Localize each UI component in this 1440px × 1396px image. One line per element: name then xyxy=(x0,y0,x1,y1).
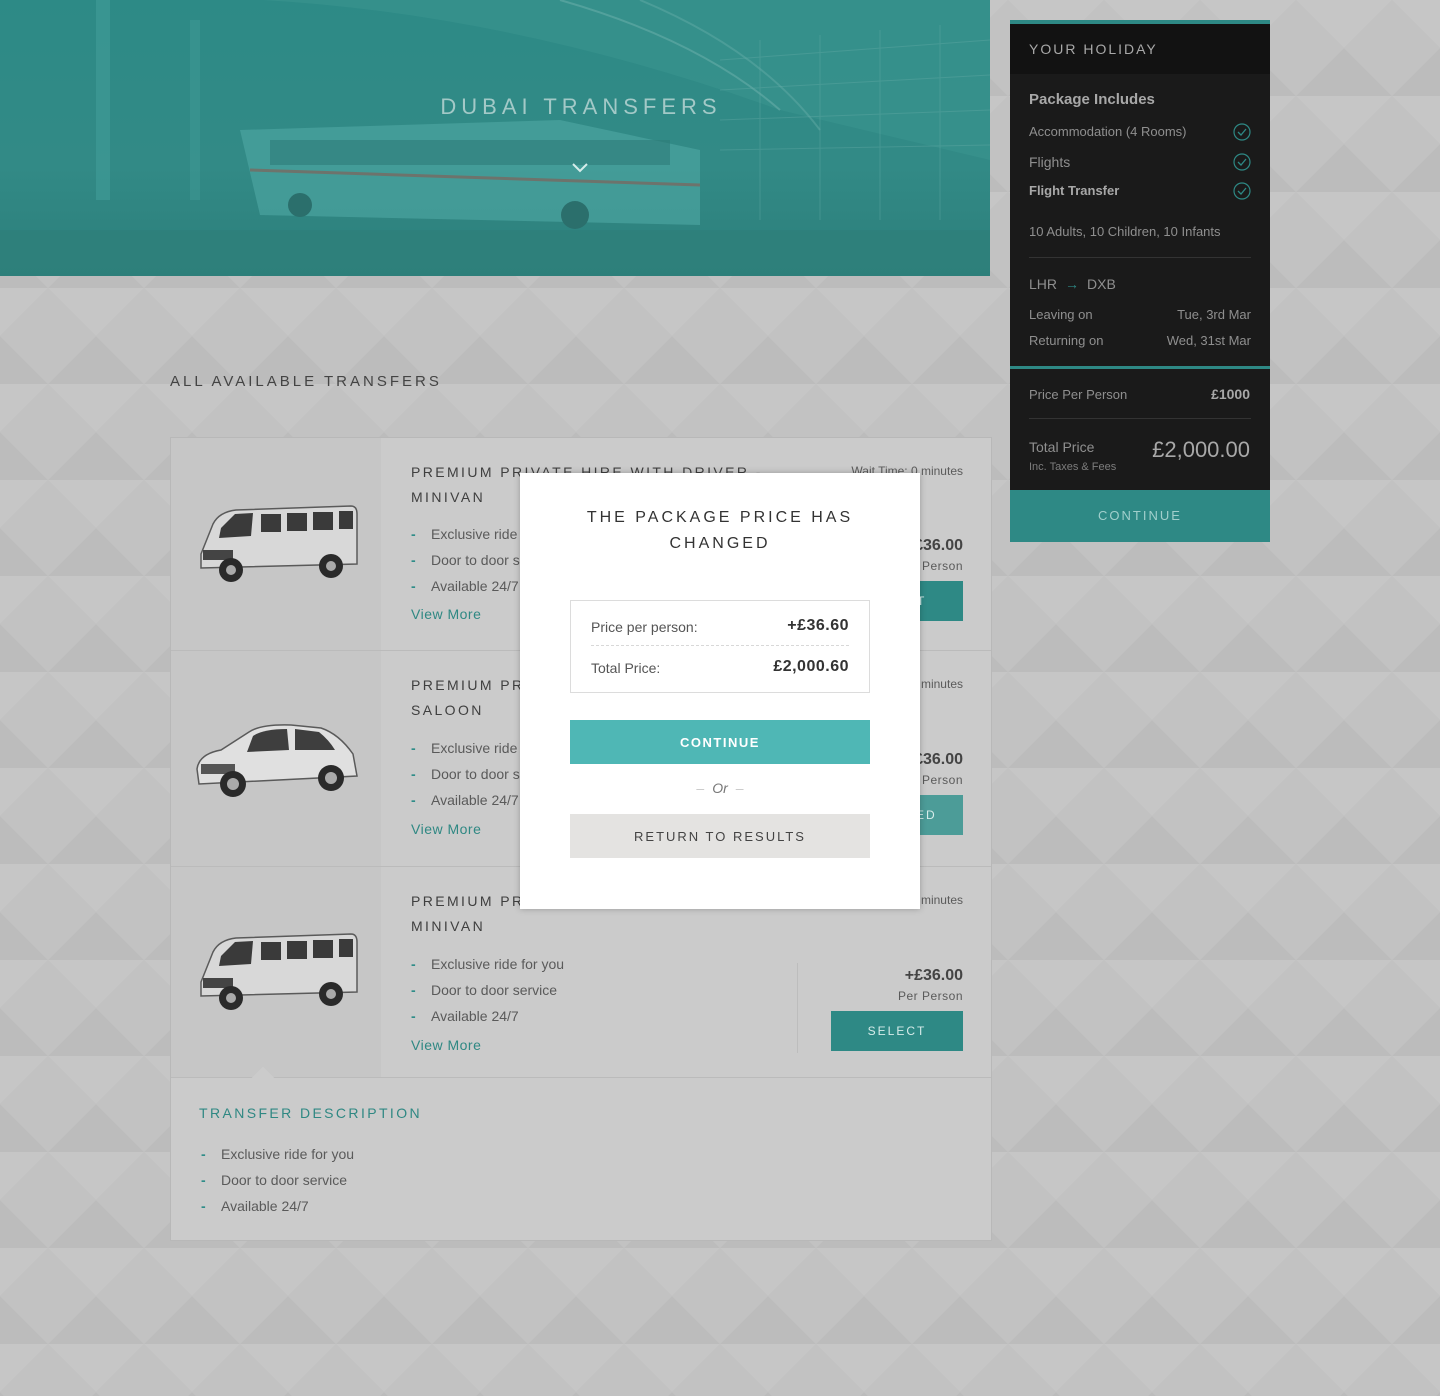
view-more-link[interactable]: View More xyxy=(411,1037,481,1053)
destination-code: DXB xyxy=(1087,276,1116,292)
total-price-value: £2,000.60 xyxy=(773,658,849,675)
or-label: Or xyxy=(712,780,728,796)
check-circle-icon xyxy=(1233,123,1251,141)
transfer-description: TRANSFER DESCRIPTION Exclusive ride for … xyxy=(171,1066,991,1240)
feature-list: Exclusive ride for you Door to door serv… xyxy=(411,951,564,1029)
package-details: Package Includes Accommodation (4 Rooms)… xyxy=(1010,74,1270,366)
check-circle-icon xyxy=(1233,182,1251,200)
minivan-icon xyxy=(171,438,381,650)
total-price-label: Total Price xyxy=(1029,439,1095,455)
modal-title-line: CHANGED xyxy=(669,535,771,552)
chevron-down-icon[interactable] xyxy=(571,162,589,174)
package-title: Package Includes xyxy=(1029,91,1155,108)
hero-banner: DUBAI TRANSFERS xyxy=(0,0,990,276)
price-changed-modal: THE PACKAGE PRICE HAS CHANGED Price per … xyxy=(520,473,920,909)
route: LHR → DXB xyxy=(1029,276,1116,292)
returning-label: Returning on xyxy=(1029,333,1104,348)
divider xyxy=(797,963,798,1053)
list-item: Door to door service xyxy=(201,1167,354,1193)
include-item: Accommodation (4 Rooms) xyxy=(1029,123,1251,141)
returning-row: Returning on Wed, 31st Mar xyxy=(1029,333,1251,348)
returning-date: Wed, 31st Mar xyxy=(1166,333,1251,348)
include-item: Flight Transfer xyxy=(1029,182,1251,200)
list-item: Door to door service xyxy=(411,977,564,1003)
total-price-label: Total Price: xyxy=(591,660,661,676)
list-item: Available 24/7 xyxy=(201,1193,354,1219)
or-separator: – Or – xyxy=(696,780,744,796)
include-item: Flights xyxy=(1029,153,1251,171)
include-label: Flights xyxy=(1029,154,1071,170)
sidebar-title: YOUR HOLIDAY xyxy=(1010,24,1270,74)
modal-title: THE PACKAGE PRICE HAS CHANGED xyxy=(520,505,920,557)
price-per-person-row: Price per person: +£36.60 xyxy=(591,617,849,637)
leaving-row: Leaving on Tue, 3rd Mar xyxy=(1029,307,1251,322)
price-unit: Per Person xyxy=(897,989,963,1003)
continue-button[interactable]: CONTINUE xyxy=(570,720,870,764)
price-breakdown: Price per person: +£36.60 Total Price: £… xyxy=(570,600,870,693)
price-per-person-value: £1000 xyxy=(1211,386,1250,402)
description-list: Exclusive ride for you Door to door serv… xyxy=(201,1141,354,1219)
include-label: Flight Transfer xyxy=(1029,183,1120,198)
divider xyxy=(1029,418,1251,419)
price-per-person-label: Price Per Person xyxy=(1029,387,1128,402)
transfer-price: +£36.00 xyxy=(904,967,963,984)
section-title: ALL AVAILABLE TRANSFERS xyxy=(170,373,442,390)
leaving-label: Leaving on xyxy=(1029,307,1093,322)
passenger-summary: 10 Adults, 10 Children, 10 Infants xyxy=(1029,224,1221,239)
price-summary: Price Per Person £1000 Total Price Inc. … xyxy=(1010,369,1270,490)
price-per-person-label: Price per person: xyxy=(591,619,698,635)
arrow-right-icon: → xyxy=(1065,276,1080,292)
total-price-row: Total Price: £2,000.60 xyxy=(591,658,849,678)
bus-station-image xyxy=(0,0,990,276)
divider xyxy=(591,645,849,646)
hero-title: DUBAI TRANSFERS xyxy=(440,94,722,119)
description-title: TRANSFER DESCRIPTION xyxy=(199,1105,423,1121)
leaving-date: Tue, 3rd Mar xyxy=(1177,307,1251,322)
list-item: Exclusive ride for you xyxy=(201,1141,354,1167)
view-more-link[interactable]: View More xyxy=(411,821,481,837)
divider xyxy=(1029,257,1251,258)
price-per-person-value: +£36.60 xyxy=(787,617,849,634)
sidebar-continue-button[interactable]: CONTINUE xyxy=(1010,490,1270,542)
holiday-summary: YOUR HOLIDAY Package Includes Accommodat… xyxy=(1010,20,1270,542)
saloon-car-icon xyxy=(171,651,381,866)
check-circle-icon xyxy=(1233,153,1251,171)
include-label: Accommodation (4 Rooms) xyxy=(1029,124,1187,139)
taxes-note: Inc. Taxes & Fees xyxy=(1029,461,1117,473)
minivan-icon xyxy=(171,867,381,1077)
origin-code: LHR xyxy=(1029,276,1058,292)
select-button[interactable]: SELECT xyxy=(831,1011,963,1051)
modal-title-line: THE PACKAGE PRICE HAS xyxy=(586,509,854,526)
total-price-value: £2,000.00 xyxy=(1152,437,1250,462)
view-more-link[interactable]: View More xyxy=(411,606,481,622)
list-item: Available 24/7 xyxy=(411,1003,564,1029)
return-to-results-button[interactable]: RETURN TO RESULTS xyxy=(570,814,870,858)
list-item: Exclusive ride for you xyxy=(411,951,564,977)
